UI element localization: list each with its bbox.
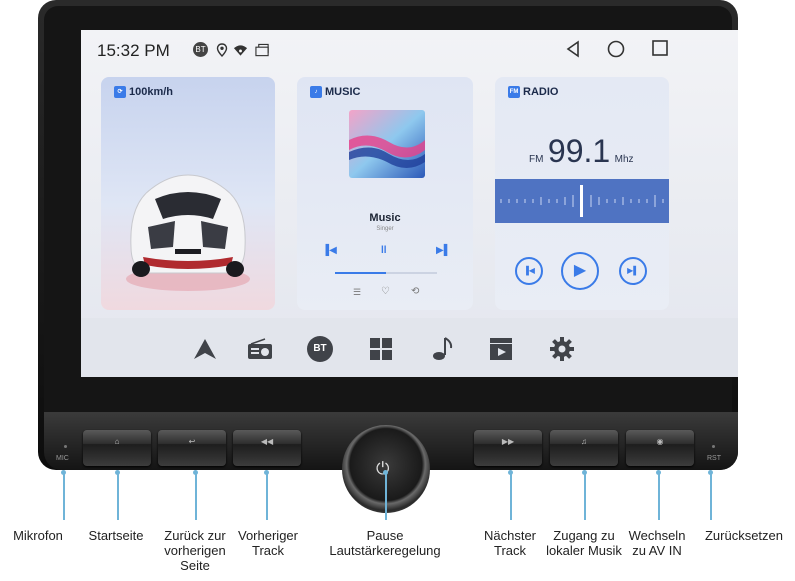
progress-fill xyxy=(335,272,386,274)
label-reset: Zurücksetzen xyxy=(704,528,784,543)
radio-card-title: RADIO xyxy=(523,86,559,98)
pause-icon[interactable]: ll xyxy=(381,245,387,256)
radio-icon[interactable] xyxy=(246,335,274,363)
tuning-band[interactable] xyxy=(495,179,669,223)
bluetooth-status-icon: BT xyxy=(193,42,208,57)
speed-value: 100km/h xyxy=(129,86,174,98)
back-button-icon: ↩ xyxy=(188,437,196,446)
home-nav-icon[interactable] xyxy=(607,40,625,63)
av-in-icon: ◉ xyxy=(656,437,664,446)
callout-line xyxy=(266,473,268,520)
music-card[interactable]: ♪ MUSIC Music Singer ▐◀ ll ▶▌ ☰ ♡ ⟲ xyxy=(297,77,473,310)
previous-track-button[interactable]: ◀◀ xyxy=(233,430,301,466)
callout-line xyxy=(710,473,712,520)
next-track-button[interactable]: ▶▶ xyxy=(474,430,542,466)
wifi-icon xyxy=(233,42,248,57)
callout-line xyxy=(584,473,586,520)
repeat-icon[interactable]: ⟲ xyxy=(411,286,419,297)
speed-icon: ⟳ xyxy=(114,86,126,98)
app-dock xyxy=(81,318,738,377)
radio-app-icon: FM xyxy=(508,86,520,98)
favorite-icon[interactable]: ♡ xyxy=(381,286,390,297)
album-cover xyxy=(349,110,425,178)
radio-next-button[interactable]: ▶▌ xyxy=(619,257,647,285)
frequency-value: 99.1 xyxy=(547,133,611,169)
speed-card[interactable]: ⟳ 100km/h xyxy=(101,77,275,310)
label-zurueck: Zurück zur vorherigen Seite xyxy=(164,528,226,573)
reset-hole xyxy=(712,445,715,448)
label-musik: Zugang zu lokaler Musik xyxy=(546,528,622,558)
av-in-button[interactable]: ◉ xyxy=(626,430,694,466)
recents-nav-icon[interactable] xyxy=(652,40,668,61)
previous-button-icon: ◀◀ xyxy=(260,437,274,446)
track-title: Music xyxy=(369,212,401,224)
touch-screen: 15:32 PM BT ⟳ 100km/h ♪ MUSIC Music Sing… xyxy=(81,30,738,377)
label-vorheriger: Vorheriger Track xyxy=(238,528,298,558)
callout-line xyxy=(63,473,65,520)
reset-label: RST xyxy=(707,455,721,462)
tuning-scale xyxy=(500,185,664,217)
gallery-icon xyxy=(255,42,270,57)
radio-play-button[interactable]: ▶ xyxy=(561,252,599,290)
callout-line xyxy=(385,473,387,520)
callout-line xyxy=(658,473,660,520)
video-icon[interactable] xyxy=(487,335,515,363)
home-button-icon: ⌂ xyxy=(114,437,120,446)
label-av: Wechseln zu AV IN xyxy=(628,528,686,558)
callout-line xyxy=(117,473,119,520)
settings-icon[interactable] xyxy=(548,335,576,363)
label-mikrofon: Mikrofon xyxy=(13,528,63,543)
bluetooth-app-icon[interactable]: BT xyxy=(306,335,334,363)
navigation-icon[interactable] xyxy=(191,335,219,363)
car-image xyxy=(126,174,250,291)
playlist-icon[interactable]: ☰ xyxy=(353,287,361,298)
radio-card[interactable]: FM RADIO FM 99.1 Mhz ▐◀ ▶ ▶▌ xyxy=(495,77,669,310)
previous-track-icon[interactable]: ▐◀ xyxy=(322,245,337,256)
back-nav-icon[interactable] xyxy=(565,40,581,63)
callout-line xyxy=(510,473,512,520)
local-music-icon: ♫ xyxy=(581,437,587,446)
frequency-unit: Mhz xyxy=(614,154,634,165)
mic-hole xyxy=(64,445,67,448)
local-music-button[interactable]: ♫ xyxy=(550,430,618,466)
radio-prev-button[interactable]: ▐◀ xyxy=(515,257,543,285)
label-pause: Pause Lautstärkeregelung xyxy=(329,528,441,558)
label-startseite: Startseite xyxy=(88,528,144,543)
mic-label: MIC xyxy=(56,455,69,462)
frequency-display: FM 99.1 Mhz xyxy=(529,133,634,170)
next-button-icon: ▶▶ xyxy=(501,437,515,446)
location-icon xyxy=(214,42,229,57)
home-button[interactable]: ⌂ xyxy=(83,430,151,466)
music-card-title: MUSIC xyxy=(325,86,361,98)
music-app-icon: ♪ xyxy=(310,86,322,98)
apps-grid-icon[interactable] xyxy=(367,335,395,363)
status-bar: 15:32 PM BT xyxy=(81,30,738,70)
power-icon: ⏻ xyxy=(376,459,390,478)
progress-track[interactable] xyxy=(335,272,437,274)
next-track-icon[interactable]: ▶▌ xyxy=(436,245,451,256)
callout-line xyxy=(195,473,197,520)
artist-name: Singer xyxy=(376,226,394,232)
clock: 15:32 PM xyxy=(97,41,170,60)
music-note-icon[interactable] xyxy=(428,335,456,363)
band-label: FM xyxy=(529,154,544,165)
back-button[interactable]: ↩ xyxy=(158,430,226,466)
label-naechster: Nächster Track xyxy=(483,528,537,558)
